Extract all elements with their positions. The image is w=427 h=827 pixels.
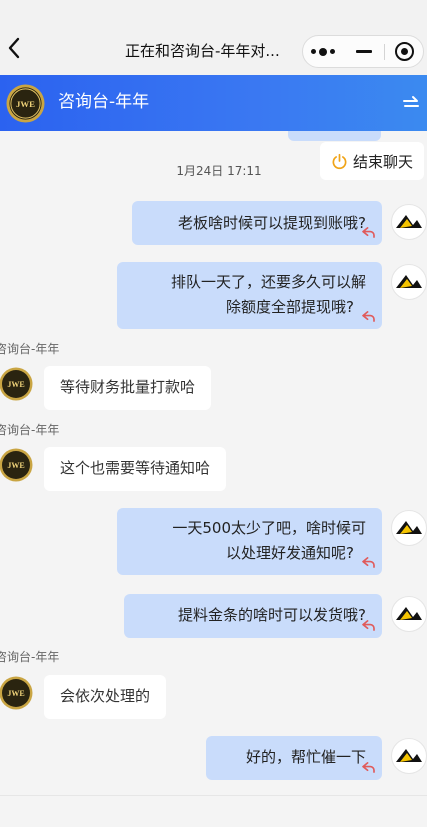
message-bubble-incoming[interactable]: 这个也需要等待通知哈 xyxy=(44,447,227,491)
message-text: 提料金条的啥时可以发货哦? xyxy=(178,606,366,624)
message-timestamp: 1月24日 17:11 xyxy=(176,164,262,178)
message-text: 老板啥时候可以提现到账哦? xyxy=(178,214,366,232)
message-text: 等待财务批量打款哈 xyxy=(60,378,196,396)
message-text: 排队一天了，还要多久可以解 xyxy=(170,273,366,291)
minimize-button[interactable] xyxy=(345,36,383,67)
avatar-logo-text: JWE xyxy=(7,689,24,698)
avatar-logo-text: JWE xyxy=(7,461,24,470)
message-text: 一天500太少了吧，啥时候可 xyxy=(172,519,366,537)
switch-arrow-icon[interactable] xyxy=(401,93,421,113)
message-bubble-outgoing[interactable]: 排队一天了，还要多久可以解 除额度全部提现哦? xyxy=(117,262,382,329)
message-bubble-outgoing[interactable]: 老板啥时候可以提现到账哦? xyxy=(132,201,382,245)
reply-icon[interactable] xyxy=(362,227,375,238)
message-text: 好的，帮忙催一下 xyxy=(245,748,366,766)
reply-icon[interactable] xyxy=(362,620,375,631)
agent-avatar: JWE xyxy=(0,367,33,401)
message-text: 这个也需要等待通知哈 xyxy=(60,459,211,477)
message-bubble-outgoing[interactable]: 一天500太少了吧，啥时候可 以处理好发通知呢? xyxy=(117,508,382,575)
previous-message-bubble xyxy=(288,131,381,141)
agent-avatar: JWE xyxy=(0,676,33,710)
message-text: 除额度全部提现哦? xyxy=(226,298,354,316)
back-button[interactable] xyxy=(4,34,24,68)
message-bubble-incoming[interactable]: 会依次处理的 xyxy=(44,675,167,719)
reply-icon[interactable] xyxy=(362,311,375,322)
agent-avatar: JWE xyxy=(0,448,33,482)
chevron-left-icon xyxy=(8,37,20,59)
user-avatar xyxy=(391,596,427,632)
more-dots-icon xyxy=(311,47,335,56)
avatar-logo-text: JWE xyxy=(16,99,35,109)
message-text: 会依次处理的 xyxy=(60,687,151,705)
page-title: 正在和咨询台-年年对... xyxy=(125,42,280,60)
close-button[interactable] xyxy=(385,36,423,67)
avatar-logo-text: JWE xyxy=(7,380,24,389)
sender-name: 咨询台-年年 xyxy=(0,342,60,356)
more-button[interactable] xyxy=(303,36,343,67)
user-avatar xyxy=(391,264,427,300)
user-avatar xyxy=(391,738,427,774)
message-bubble-outgoing[interactable]: 提料金条的啥时可以发货哦? xyxy=(124,594,382,638)
reply-icon[interactable] xyxy=(362,762,375,773)
target-close-icon xyxy=(394,42,414,61)
avatar: JWE xyxy=(6,84,45,123)
mini-program-capsule xyxy=(302,35,424,68)
chat-header: JWE 咨询台-年年 xyxy=(0,75,427,131)
sender-name: 咨询台-年年 xyxy=(0,423,60,437)
message-bubble-incoming[interactable]: 等待财务批量打款哈 xyxy=(44,366,212,410)
user-avatar xyxy=(391,204,427,240)
divider xyxy=(0,795,427,796)
message-text: 以处理好发通知呢? xyxy=(226,544,354,562)
user-avatar xyxy=(391,510,427,546)
top-nav-bar: 正在和咨询台-年年对... xyxy=(0,0,427,75)
chat-title: 咨询台-年年 xyxy=(58,92,150,112)
reply-icon[interactable] xyxy=(362,557,375,568)
minimize-icon xyxy=(356,50,372,53)
sender-name: 咨询台-年年 xyxy=(0,650,60,664)
message-bubble-outgoing[interactable]: 好的，帮忙催一下 xyxy=(206,736,382,780)
